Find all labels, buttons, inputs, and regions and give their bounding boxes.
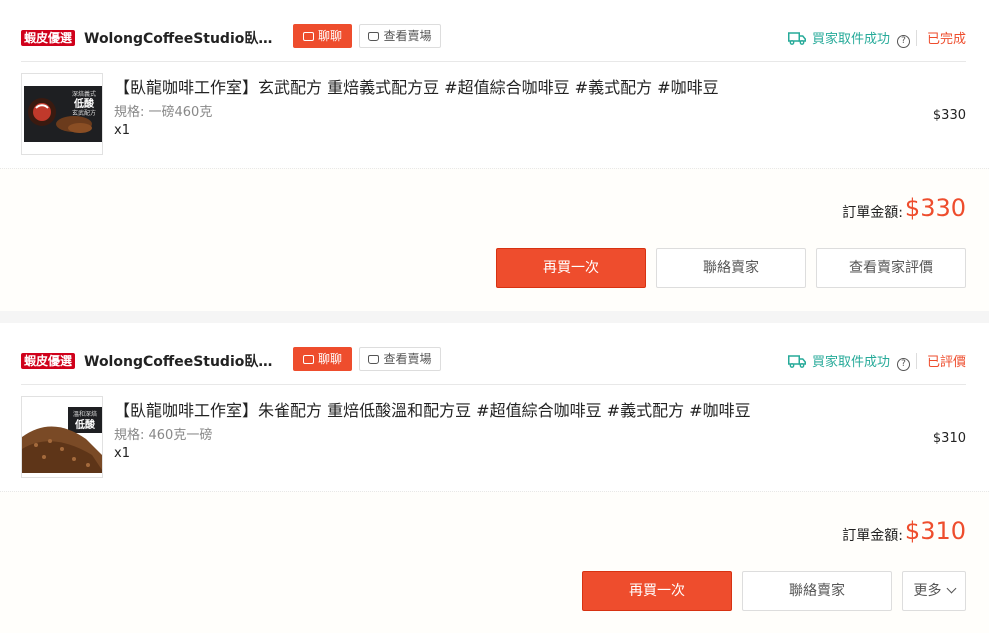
total-value: $330 xyxy=(904,194,966,222)
total-label: 訂單金額: xyxy=(842,528,903,544)
order-card: 蝦皮優選 WolongCoffeeStudio臥龍咖啡工作室 聊聊 查看賣場 買… xyxy=(0,0,989,311)
thumb-label-sub: 玄武配方 xyxy=(72,109,96,117)
truck-icon xyxy=(787,32,806,45)
product-spec: 規格: 460克一磅 xyxy=(114,428,213,443)
help-icon[interactable]: ? xyxy=(896,35,910,48)
contact-seller-button[interactable]: 聯絡賣家 xyxy=(742,571,892,611)
view-shop-button[interactable]: 查看賣場 xyxy=(359,347,441,371)
order-card: 蝦皮優選 WolongCoffeeStudio臥龍咖啡工作室 聊聊 查看賣場 買… xyxy=(0,323,989,633)
order-state: 已完成 xyxy=(926,32,966,47)
thumb-label-big: 低酸 xyxy=(73,97,95,110)
total-value: $310 xyxy=(904,517,966,545)
product-qty: x1 xyxy=(114,123,130,138)
preferred-badge: 蝦皮優選 xyxy=(21,353,76,369)
view-shop-button[interactable]: 查看賣場 xyxy=(359,24,441,48)
divider xyxy=(915,30,917,46)
chat-icon xyxy=(302,355,314,364)
help-icon[interactable]: ? xyxy=(896,358,910,371)
chat-label: 聊聊 xyxy=(317,352,342,366)
view-shop-label: 查看賣場 xyxy=(383,352,432,366)
order-status: 買家取件成功? 已評價 xyxy=(787,351,966,371)
preferred-badge: 蝦皮優選 xyxy=(21,30,76,46)
product-spec: 規格: 一磅460克 xyxy=(114,105,213,120)
product-title[interactable]: 【臥龍咖啡工作室】朱雀配方 重焙低酸溫和配方豆 #超值綜合咖啡豆 #義式配方 #… xyxy=(114,397,751,421)
product-row[interactable]: 溫和深焙 低酸 【臥龍咖啡工作室】朱雀配方 重焙低酸溫和配方豆 #超值綜合咖啡豆… xyxy=(21,385,966,491)
more-button[interactable]: 更多 xyxy=(902,571,966,611)
shop-icon xyxy=(368,355,380,364)
view-shop-label: 查看賣場 xyxy=(383,29,432,43)
order-header: 蝦皮優選 WolongCoffeeStudio臥龍咖啡工作室 聊聊 查看賣場 買… xyxy=(21,0,966,62)
product-thumbnail[interactable]: 溫和深焙 低酸 xyxy=(21,396,103,478)
product-price: $330 xyxy=(932,108,966,123)
total-label: 訂單金額: xyxy=(842,205,903,221)
order-state: 已評價 xyxy=(926,355,966,370)
buy-again-button[interactable]: 再買一次 xyxy=(496,248,646,288)
chevron-down-icon xyxy=(946,583,956,594)
divider xyxy=(915,353,917,369)
thumb-label-big: 低酸 xyxy=(74,418,96,431)
thumb-label-small: 溫和深焙 xyxy=(73,410,97,418)
chat-label: 聊聊 xyxy=(317,29,342,43)
buy-again-button[interactable]: 再買一次 xyxy=(582,571,732,611)
product-thumbnail[interactable]: 深焙義式 低酸 玄武配方 xyxy=(21,73,103,155)
thumb-label-small: 深焙義式 xyxy=(72,90,96,98)
truck-icon xyxy=(787,355,806,368)
contact-seller-button[interactable]: 聯絡賣家 xyxy=(656,248,806,288)
delivery-status[interactable]: 買家取件成功 xyxy=(812,355,890,370)
view-seller-rating-button[interactable]: 查看賣家評價 xyxy=(816,248,966,288)
product-row[interactable]: 深焙義式 低酸 玄武配方 【臥龍咖啡工作室】玄武配方 重焙義式配方豆 #超值綜合… xyxy=(21,62,966,168)
delivery-status[interactable]: 買家取件成功 xyxy=(812,32,890,47)
coffee-beans-image: 溫和深焙 低酸 xyxy=(22,397,102,477)
coffee-bag-image: 深焙義式 低酸 玄武配方 xyxy=(22,74,102,154)
shop-name[interactable]: WolongCoffeeStudio臥龍咖啡工作室 xyxy=(84,28,284,48)
order-footer: 訂單金額: $310 再買一次 聯絡賣家 更多 xyxy=(0,491,989,633)
order-header: 蝦皮優選 WolongCoffeeStudio臥龍咖啡工作室 聊聊 查看賣場 買… xyxy=(21,323,966,385)
product-title[interactable]: 【臥龍咖啡工作室】玄武配方 重焙義式配方豆 #超值綜合咖啡豆 #義式配方 #咖啡… xyxy=(114,74,719,98)
order-status: 買家取件成功? 已完成 xyxy=(787,28,966,48)
product-qty: x1 xyxy=(114,446,130,461)
order-footer: 訂單金額: $330 再買一次 聯絡賣家 查看賣家評價 xyxy=(0,168,989,311)
more-label: 更多 xyxy=(913,583,942,599)
shop-name[interactable]: WolongCoffeeStudio臥龍咖啡工作室 xyxy=(84,351,284,371)
chat-button[interactable]: 聊聊 xyxy=(293,347,352,371)
chat-button[interactable]: 聊聊 xyxy=(293,24,352,48)
chat-icon xyxy=(302,32,314,41)
product-price: $310 xyxy=(932,431,966,446)
shop-icon xyxy=(368,32,380,41)
